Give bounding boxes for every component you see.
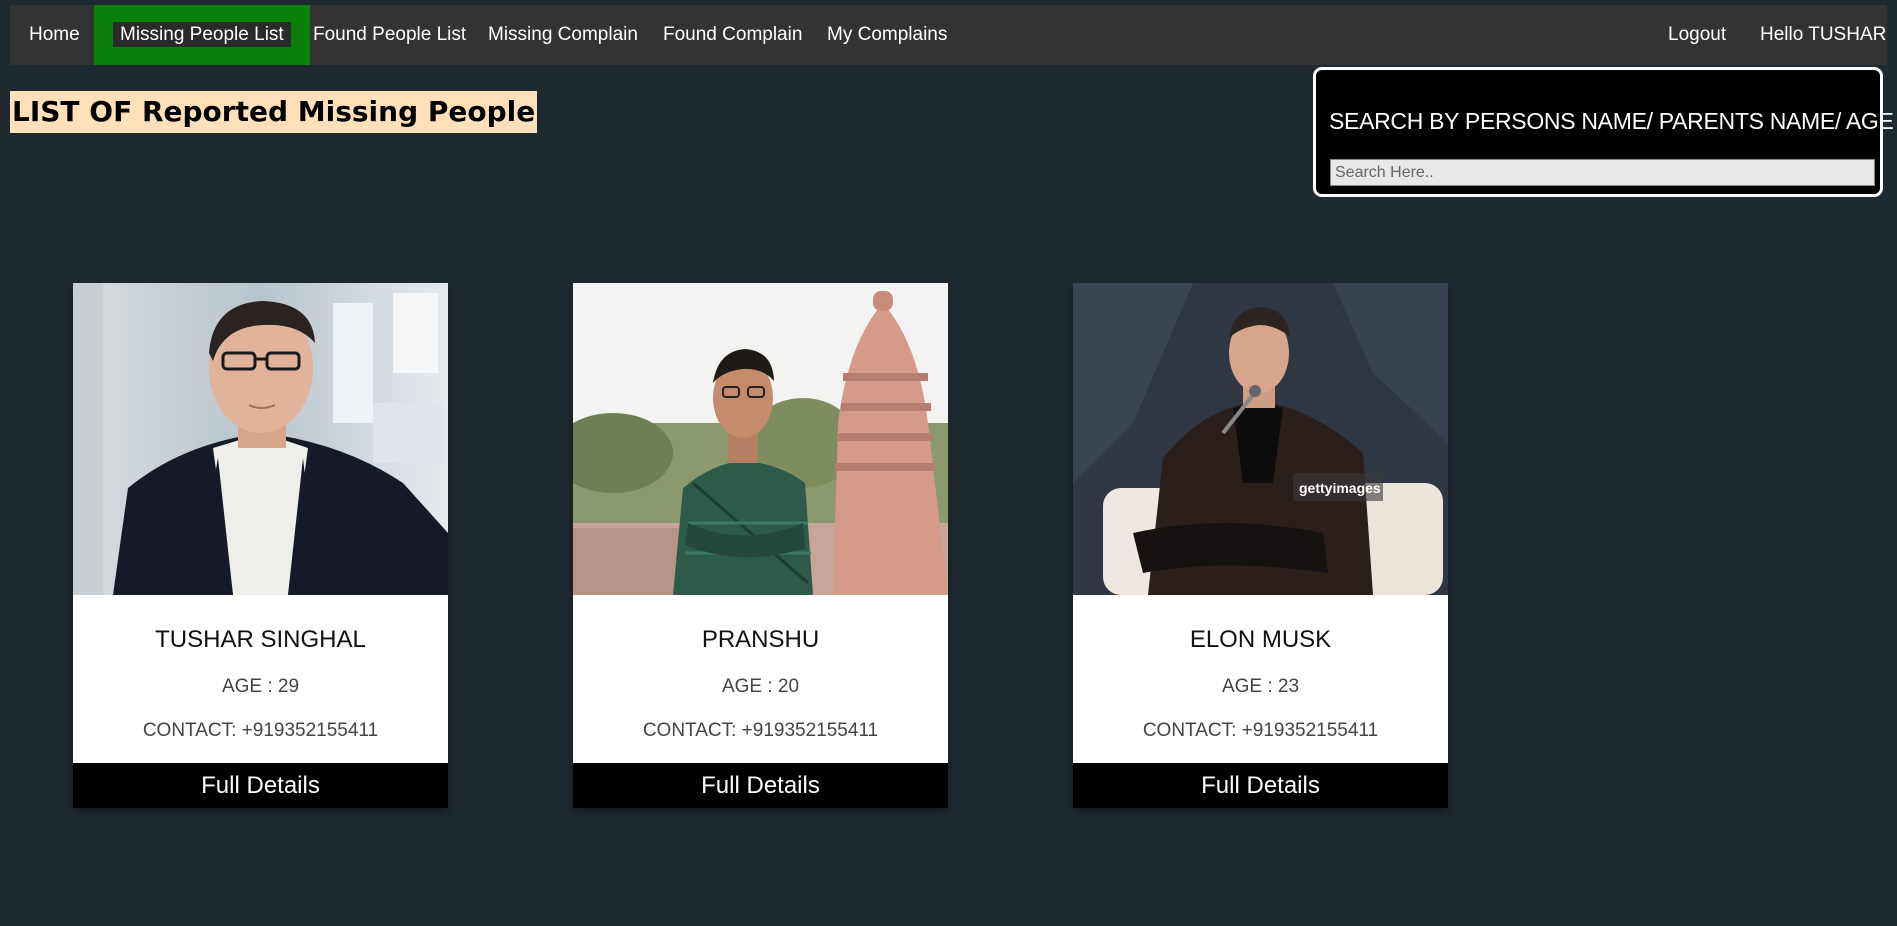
nav-missing-people-list[interactable]: Missing People List bbox=[94, 5, 310, 65]
person-age: AGE : 20 bbox=[721, 676, 800, 697]
full-details-button[interactable]: Full Details bbox=[573, 763, 948, 808]
missing-person-card: gettyimages ELON MUSK AGE : 23 CONTACT: … bbox=[1073, 283, 1448, 808]
search-input[interactable] bbox=[1330, 159, 1875, 186]
missing-person-card: PRANSHU AGE : 20 CONTACT: +919352155411 … bbox=[573, 283, 948, 808]
missing-person-card: TUSHAR SINGHAL AGE : 29 CONTACT: +919352… bbox=[73, 283, 448, 808]
getty-watermark: gettyimages bbox=[1299, 480, 1381, 496]
young-man-at-temple-photo bbox=[573, 283, 948, 595]
search-panel: SEARCH BY PERSONS NAME/ PARENTS NAME/ AG… bbox=[1313, 67, 1894, 197]
nav-logout[interactable]: Logout bbox=[1668, 5, 1726, 65]
man-in-suit-photo bbox=[73, 283, 448, 595]
person-age: AGE : 23 bbox=[1221, 676, 1300, 697]
nav-missing-people-list-label: Missing People List bbox=[113, 22, 291, 47]
nav-found-people-list[interactable]: Found People List bbox=[313, 5, 466, 65]
nav-my-complains[interactable]: My Complains bbox=[827, 5, 947, 65]
person-contact: CONTACT: +919352155411 bbox=[642, 720, 879, 741]
person-age: AGE : 29 bbox=[221, 676, 300, 697]
person-name: ELON MUSK bbox=[1189, 626, 1332, 653]
search-title: SEARCH BY PERSONS NAME/ PARENTS NAME/ AG… bbox=[1329, 108, 1894, 134]
nav-home[interactable]: Home bbox=[29, 5, 80, 65]
page-title: LIST OF Reported Missing People bbox=[10, 91, 538, 133]
person-contact: CONTACT: +919352155411 bbox=[1142, 720, 1379, 741]
nav-user-greeting[interactable]: Hello TUSHAR bbox=[1760, 5, 1886, 65]
nav-missing-complain[interactable]: Missing Complain bbox=[488, 5, 638, 65]
top-navbar: Home Missing People List Found People Li… bbox=[10, 5, 1887, 65]
person-name: TUSHAR SINGHAL bbox=[155, 626, 366, 653]
man-with-microphone-photo: gettyimages bbox=[1073, 283, 1448, 595]
person-name: PRANSHU bbox=[701, 626, 820, 653]
person-contact: CONTACT: +919352155411 bbox=[142, 720, 379, 741]
nav-found-complain[interactable]: Found Complain bbox=[663, 5, 802, 65]
full-details-button[interactable]: Full Details bbox=[73, 763, 448, 808]
full-details-button[interactable]: Full Details bbox=[1073, 763, 1448, 808]
